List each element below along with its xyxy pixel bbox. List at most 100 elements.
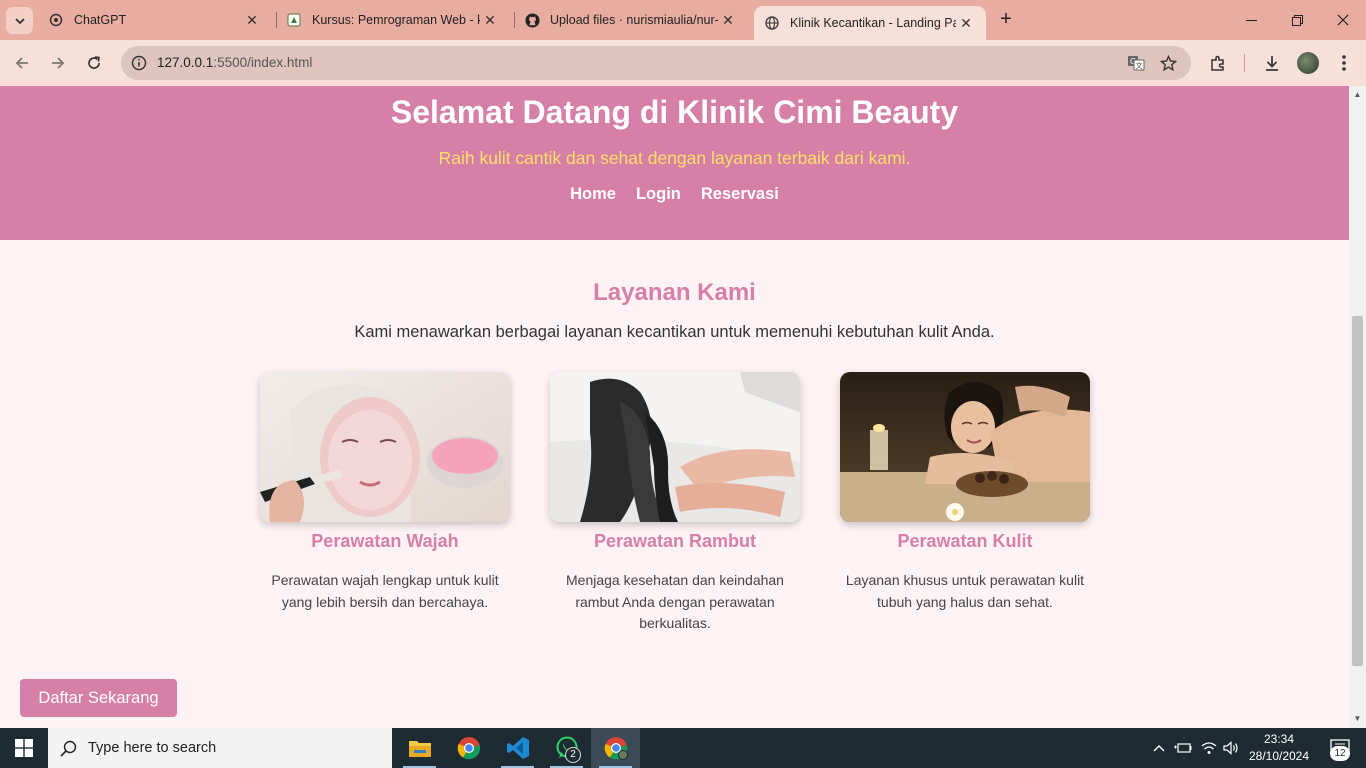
close-icon [1337, 14, 1349, 26]
page-title: Selamat Datang di Klinik Cimi Beauty [390, 94, 959, 130]
restore-button[interactable] [1274, 0, 1320, 40]
clock-time: 23:34 [1263, 732, 1295, 746]
translate-icon[interactable]: G文 [1125, 53, 1147, 73]
download-icon [1266, 56, 1278, 71]
nav-link-reservasi[interactable]: Reservasi [701, 185, 779, 204]
arrow-left-icon [15, 57, 28, 69]
address-bar[interactable]: 127.0.0.1:5500/index.html G文 [121, 46, 1191, 80]
hero-header: Selamat Datang di Klinik Cimi Beauty Rai… [0, 86, 1349, 240]
service-description: Perawatan wajah lengkap untuk kulit yang… [271, 572, 499, 610]
extensions-button[interactable] [1203, 48, 1233, 78]
tab-chatgpt[interactable]: ChatGPT ✕ [38, 0, 272, 40]
tab-search-button[interactable] [6, 7, 33, 34]
clock-date: 28/10/2024 [1248, 749, 1310, 763]
main-nav: Home Login Reservasi [0, 185, 1349, 204]
globe-icon [764, 15, 780, 31]
taskbar-chrome[interactable] [444, 728, 493, 768]
unread-badge: 2 [565, 747, 581, 763]
browser-toolbar: 127.0.0.1:5500/index.html G文 [0, 40, 1366, 86]
site-info-icon[interactable] [129, 53, 149, 73]
nav-link-login[interactable]: Login [636, 185, 681, 204]
forward-button[interactable] [43, 48, 73, 78]
chevron-up-icon [1153, 745, 1165, 752]
profile-button[interactable] [1293, 48, 1323, 78]
chevron-down-icon [14, 17, 25, 24]
bookmark-star-icon[interactable] [1157, 53, 1179, 73]
battery-tray[interactable] [1172, 728, 1194, 768]
show-hidden-icons[interactable] [1150, 728, 1168, 768]
more-vertical-icon [1342, 55, 1346, 71]
chatgpt-icon [48, 12, 64, 28]
close-tab-icon[interactable]: ✕ [956, 13, 976, 33]
taskbar-whatsapp[interactable]: 2 [542, 728, 591, 768]
reload-button[interactable] [79, 48, 109, 78]
register-button[interactable]: Daftar Sekarang [20, 679, 177, 717]
page-viewport: Selamat Datang di Klinik Cimi Beauty Rai… [0, 86, 1349, 728]
scroll-down-icon[interactable]: ▼ [1353, 714, 1362, 723]
network-tray[interactable] [1198, 728, 1220, 768]
services-description: Kami menawarkan berbagai layanan kecanti… [354, 323, 995, 341]
minimize-icon [1245, 19, 1257, 21]
course-icon [286, 12, 302, 28]
close-tab-icon[interactable]: ✕ [242, 10, 262, 30]
taskbar-vscode[interactable] [493, 728, 542, 768]
puzzle-icon [1211, 55, 1224, 71]
minimize-button[interactable] [1228, 0, 1274, 40]
windows-logo-icon [15, 739, 33, 757]
close-tab-icon[interactable]: ✕ [718, 10, 738, 30]
facial-treatment-image [260, 372, 510, 522]
battery-icon [1174, 743, 1192, 753]
tab-kursus[interactable]: Kursus: Pemrograman Web - ke ✕ [276, 0, 510, 40]
tab-title: Klinik Kecantikan - Landing Pag [790, 16, 956, 30]
skin-treatment-image [840, 372, 1090, 522]
windows-taskbar: Type here to search 2 23:34 28/10/2024 1… [0, 728, 1366, 768]
close-window-button[interactable] [1320, 0, 1366, 40]
browser-menu-button[interactable] [1329, 48, 1359, 78]
hero-tagline: Raih kulit cantik dan sehat dengan layan… [438, 148, 911, 168]
service-card-wajah: Perawatan Wajah Perawatan wajah lengkap … [260, 372, 510, 613]
volume-tray[interactable] [1220, 728, 1242, 768]
folder-icon [408, 741, 431, 757]
service-card-rambut: Perawatan Rambut Menjaga kesehatan dan k… [550, 372, 800, 635]
restore-icon [1291, 14, 1303, 26]
close-tab-icon[interactable]: ✕ [480, 10, 500, 30]
scroll-up-icon[interactable]: ▲ [1353, 90, 1362, 99]
back-button[interactable] [7, 48, 37, 78]
chrome-icon [457, 737, 480, 760]
tab-klinik-active[interactable]: Klinik Kecantikan - Landing Pag ✕ [754, 6, 986, 40]
downloads-button[interactable] [1257, 48, 1287, 78]
taskbar-clock[interactable]: 23:34 28/10/2024 [1244, 731, 1314, 765]
taskbar-file-explorer[interactable] [395, 728, 444, 768]
wifi-icon [1201, 742, 1217, 754]
search-icon [48, 740, 88, 757]
tab-title: ChatGPT [74, 13, 127, 27]
reload-icon [88, 56, 100, 69]
page-scrollbar[interactable]: ▲ ▼ [1349, 86, 1366, 728]
url-path: :5500/index.html [213, 55, 313, 70]
tab-github[interactable]: Upload files · nurismiaulia/nur-i ✕ [514, 0, 748, 40]
browser-tab-bar: ChatGPT ✕ Kursus: Pemrograman Web - ke ✕… [0, 0, 1366, 40]
taskbar-search-box[interactable]: Type here to search [48, 728, 392, 768]
service-description: Layanan khusus untuk perawatan kulit tub… [845, 572, 1085, 610]
service-description: Menjaga kesehatan dan keindahan rambut A… [566, 572, 784, 631]
toolbar-divider [1244, 54, 1245, 72]
scroll-thumb[interactable] [1352, 316, 1363, 666]
arrow-right-icon [52, 57, 65, 69]
avatar [1297, 52, 1319, 74]
speaker-icon [1223, 741, 1238, 755]
github-icon [524, 12, 540, 28]
vscode-icon [506, 737, 529, 759]
service-name: Perawatan Rambut [593, 531, 757, 551]
services-title: Layanan Kami [593, 279, 756, 306]
new-tab-button[interactable]: + [993, 8, 1019, 32]
nav-link-home[interactable]: Home [570, 185, 616, 204]
taskbar-search-placeholder: Type here to search [88, 740, 217, 756]
notification-count-badge: 12 [1330, 746, 1350, 761]
start-button[interactable] [0, 728, 48, 768]
tab-title: Upload files · nurismiaulia/nur-i [550, 13, 718, 27]
service-card-kulit: Perawatan Kulit Layanan khusus untuk per… [840, 372, 1090, 613]
svg-text:文: 文 [1136, 61, 1143, 70]
taskbar-chrome-active[interactable] [591, 728, 640, 768]
tab-title: Kursus: Pemrograman Web - ke [312, 13, 480, 27]
service-name: Perawatan Kulit [897, 531, 1033, 551]
